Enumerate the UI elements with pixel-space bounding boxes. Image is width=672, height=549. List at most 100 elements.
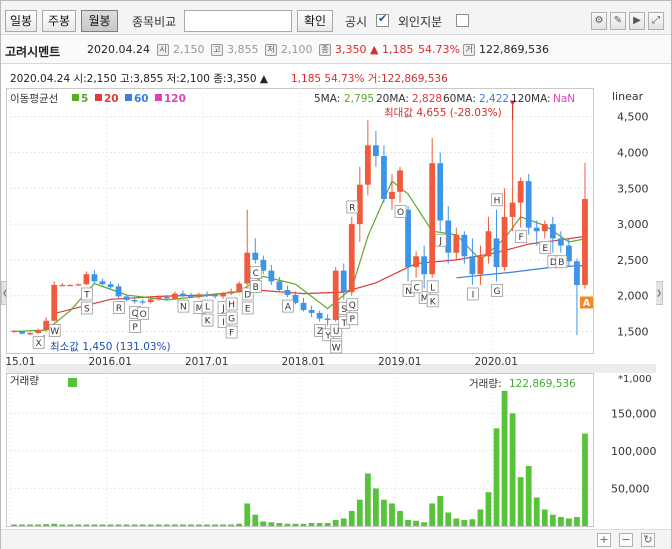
candle-body bbox=[541, 224, 548, 232]
volume-bar bbox=[316, 522, 323, 526]
monthly-button[interactable]: 월봉 bbox=[81, 10, 118, 32]
volume-bar bbox=[373, 488, 379, 526]
y-tick-label: 2,000 bbox=[617, 290, 649, 303]
foreign-checkbox[interactable] bbox=[456, 14, 469, 27]
info-date: 2020.04.24 bbox=[87, 43, 150, 56]
volume-bar bbox=[501, 390, 508, 526]
candle-body bbox=[324, 318, 331, 321]
scale-label[interactable]: linear bbox=[612, 90, 644, 103]
event-marker-letter: E bbox=[542, 244, 548, 254]
event-marker-letter: J bbox=[221, 304, 225, 314]
ma-value: 2,828 bbox=[412, 93, 442, 105]
daily-button[interactable]: 일봉 bbox=[5, 10, 37, 32]
candle-body bbox=[188, 295, 194, 297]
settings-icon[interactable]: ⚙ bbox=[591, 12, 607, 30]
volume-title: 거래량 bbox=[10, 375, 39, 387]
volume-bar bbox=[509, 413, 516, 526]
play-icon[interactable]: ▶ bbox=[629, 12, 645, 30]
volume-bar bbox=[566, 518, 572, 526]
candle-body bbox=[549, 224, 556, 239]
event-marker-letter: B bbox=[558, 258, 564, 268]
volume-bar bbox=[67, 524, 74, 526]
candle-body bbox=[163, 297, 170, 299]
volume-bar bbox=[477, 509, 484, 526]
candle-body bbox=[139, 301, 146, 303]
candle-body bbox=[91, 274, 98, 282]
refresh-icon[interactable]: ↻ bbox=[641, 533, 655, 547]
volume-unit: *1,000 bbox=[618, 374, 652, 385]
low-icon: 저 bbox=[265, 44, 277, 56]
volume-bar bbox=[549, 514, 556, 526]
candle-body bbox=[284, 289, 291, 295]
volume-bar bbox=[340, 518, 347, 526]
zoom-in-button[interactable]: + bbox=[597, 533, 611, 547]
toolbar: 일봉 주봉 월봉 종목비교 확인 공시 외인지분 ⚙ ✎ ▶ ⤢ bbox=[1, 1, 671, 35]
candle-body bbox=[43, 320, 50, 331]
volume-bar bbox=[284, 523, 291, 526]
candle-body bbox=[204, 294, 210, 296]
right-scroll-arrow[interactable]: ❯ bbox=[655, 281, 663, 305]
candle-body bbox=[212, 294, 218, 297]
y-tick-label: 4,500 bbox=[617, 111, 649, 124]
volume-bar bbox=[131, 524, 138, 526]
event-marker-letter: G bbox=[494, 287, 501, 297]
event-marker-letter: N bbox=[180, 303, 187, 313]
price-chart[interactable]: XWTSRQOPNMLKJHIGFDCEBAZYXWUVTSRQPONMCLKJ… bbox=[0, 68, 657, 528]
ma-value: NaN bbox=[553, 93, 575, 105]
event-marker-letter: L bbox=[430, 283, 435, 293]
candle-body bbox=[461, 234, 468, 257]
volume-bar bbox=[236, 523, 243, 526]
ma-legend-title: 이동평균선 bbox=[10, 93, 58, 105]
volume-bar bbox=[525, 465, 532, 526]
event-marker-letter: R bbox=[349, 203, 355, 213]
weekly-button[interactable]: 주봉 bbox=[42, 10, 76, 32]
min-value-label: 최소값 1,450 (131.03%) bbox=[50, 341, 171, 353]
volume-bar bbox=[171, 524, 178, 526]
candle-body bbox=[75, 284, 82, 286]
volume-bar bbox=[59, 524, 66, 526]
expand-icon[interactable]: ⤢ bbox=[648, 12, 664, 30]
candle-body bbox=[469, 256, 476, 275]
volume-bar bbox=[27, 524, 33, 526]
volume-bar bbox=[429, 503, 436, 526]
y-tick-label: 3,500 bbox=[617, 182, 649, 195]
zoom-out-button[interactable]: − bbox=[619, 533, 633, 547]
volume-bar bbox=[413, 520, 419, 526]
pencil-icon[interactable]: ✎ bbox=[610, 12, 626, 30]
confirm-button[interactable]: 확인 bbox=[297, 10, 333, 32]
volume-bar bbox=[533, 497, 540, 526]
volume-bar bbox=[163, 524, 170, 526]
volume-bar bbox=[276, 522, 283, 526]
candle-body bbox=[316, 312, 323, 319]
volume-bar bbox=[574, 516, 580, 526]
event-marker-letter: H bbox=[494, 196, 501, 206]
volume-bar bbox=[300, 523, 307, 526]
volume-bar bbox=[356, 499, 363, 526]
candle-body bbox=[268, 270, 275, 282]
disclosure-checkbox[interactable] bbox=[376, 12, 389, 27]
compare-input[interactable] bbox=[184, 10, 292, 32]
candle-body bbox=[533, 227, 540, 232]
event-marker-letter: P bbox=[350, 315, 356, 325]
event-marker-letter: W bbox=[50, 327, 59, 337]
candle-body bbox=[252, 252, 259, 260]
event-marker-letter: F bbox=[229, 328, 234, 338]
ma-value-label: 20MA: bbox=[376, 93, 409, 105]
candle-body bbox=[228, 291, 235, 294]
ma-value-label: 5MA: bbox=[314, 93, 340, 105]
volume-legend-value: 122,869,536 bbox=[509, 378, 576, 390]
volume-bar bbox=[517, 477, 524, 526]
volume-bar bbox=[83, 524, 90, 526]
volume-bar bbox=[99, 524, 106, 526]
volume-bar bbox=[228, 524, 235, 526]
volume-bar bbox=[188, 524, 194, 526]
candle-body bbox=[373, 145, 379, 157]
current-price-tag-letter: A bbox=[583, 298, 591, 309]
candle-body bbox=[477, 256, 484, 275]
volume-bar bbox=[220, 524, 226, 526]
volume-bar bbox=[453, 518, 460, 526]
y-tick-label: 3,000 bbox=[617, 218, 649, 231]
bottom-bar: + − ↻ bbox=[1, 529, 671, 549]
candle-body bbox=[348, 224, 355, 293]
candle-body bbox=[220, 293, 226, 297]
